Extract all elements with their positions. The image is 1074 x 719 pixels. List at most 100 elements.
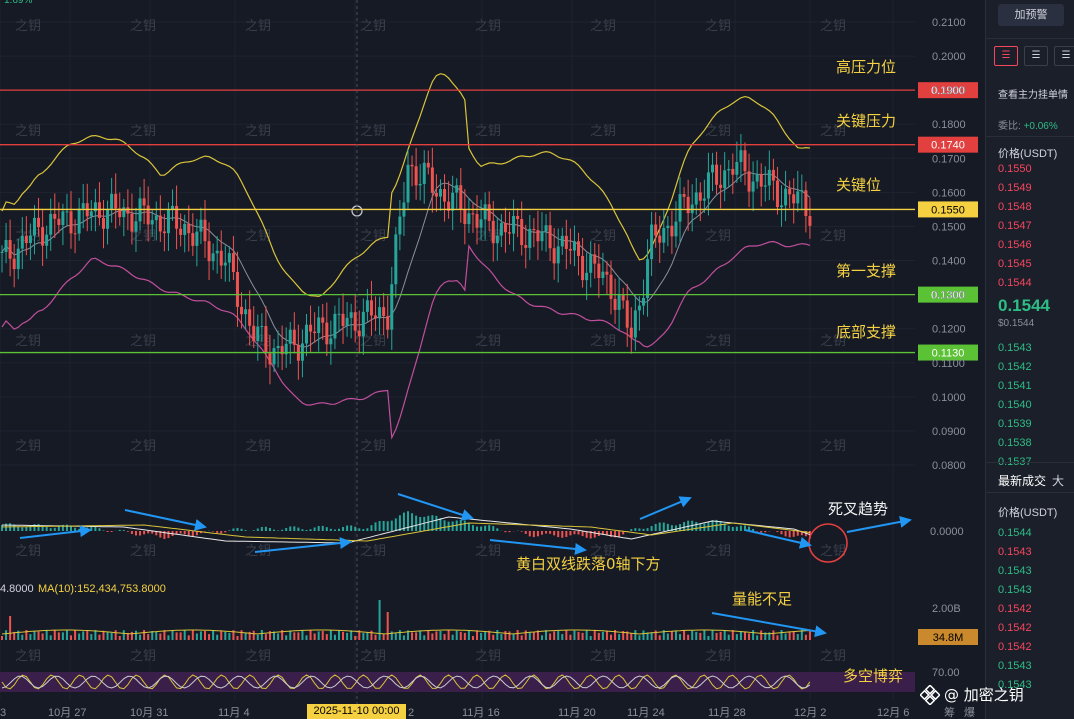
volume-bar [411, 632, 414, 640]
volume-bar [398, 630, 401, 640]
macd-hist-bar [593, 531, 596, 538]
macd-hist-bar [695, 521, 698, 531]
orderbook-bids-view-icon[interactable]: ☰ [1024, 46, 1048, 66]
price-tick: 0.0900 [932, 426, 966, 438]
candle-body [528, 228, 532, 248]
add-alert-button[interactable]: 加预警 [998, 4, 1064, 26]
volume-bar [293, 632, 296, 640]
trade-price: 0.1542 [998, 603, 1032, 615]
macd-hist-bar [764, 531, 767, 533]
volume-bar [784, 633, 787, 640]
candle-body [414, 166, 418, 186]
candle-body [53, 213, 57, 219]
ask-price[interactable]: 0.1547 [998, 220, 1032, 232]
volume-bar [484, 631, 487, 640]
volume-bar [581, 632, 584, 640]
candle-body [796, 191, 800, 204]
price-chart[interactable]: 之钥 之钥 之钥 之钥 之钥 之钥 之钥 之钥之钥 之钥 之钥 之钥 之钥 之钥 之钥 之钥之钥 之钥 之钥 之钥… [0, 0, 985, 719]
volume-bar [256, 634, 259, 640]
candle-body [12, 258, 16, 270]
time-tick: 10月 31 [130, 707, 169, 719]
macd-hist-bar [74, 527, 77, 531]
crosshair-time-label: 2025-11-10 00:00 [307, 704, 406, 719]
time-tick: 10月 27 [48, 707, 87, 719]
tab-large-trades[interactable]: 大 [1052, 472, 1064, 489]
macd-hist-bar [646, 528, 649, 531]
orderbook-both-view-icon[interactable]: ☰ [994, 46, 1018, 66]
candle-body [516, 215, 520, 220]
ask-price[interactable]: 0.1548 [998, 201, 1032, 213]
ask-price[interactable]: 0.1550 [998, 163, 1032, 175]
macd-hist-bar [390, 520, 393, 531]
candle-body [158, 215, 162, 232]
candle-body [365, 300, 369, 312]
bid-price[interactable]: 0.1540 [998, 399, 1032, 411]
bid-price[interactable]: 0.1542 [998, 361, 1032, 373]
candle-body [532, 228, 536, 231]
last-price-usd: $0.1544 [998, 318, 1035, 329]
candle-body [57, 218, 61, 225]
macd-hist-bar [317, 526, 320, 531]
volume-bar [415, 632, 418, 640]
candle-body [154, 215, 158, 221]
candle-body [617, 295, 621, 310]
candle-body [37, 217, 41, 228]
bid-price[interactable]: 0.1538 [998, 437, 1032, 449]
volume-bar [707, 635, 710, 640]
orderbook-asks-view-icon[interactable]: ☰ [1054, 46, 1074, 66]
macd-hist-bar [557, 531, 560, 538]
volume-bar [212, 630, 215, 640]
volume-bar [516, 630, 519, 640]
bid-price[interactable]: 0.1541 [998, 380, 1032, 392]
ask-price[interactable]: 0.1544 [998, 277, 1032, 289]
candle-body [244, 309, 248, 315]
volume-bar [691, 630, 694, 640]
bid-price[interactable]: 0.1539 [998, 418, 1032, 430]
ask-price[interactable]: 0.1546 [998, 239, 1032, 251]
volume-bar [569, 634, 572, 640]
volume-bar [654, 630, 657, 640]
volume-bar [455, 630, 458, 640]
volume-bar [752, 630, 755, 640]
volume-bar [743, 631, 746, 640]
volume-bar [350, 630, 353, 640]
tab-latest-trades[interactable]: 最新成交 [998, 472, 1046, 489]
candle-body [495, 235, 499, 244]
view-main-orders-link[interactable]: 查看主力挂单情 [998, 86, 1068, 101]
ask-price[interactable]: 0.1545 [998, 258, 1032, 270]
candle-body [110, 193, 114, 209]
level-price-text: 0.1740 [931, 140, 965, 152]
price-tick: 0.1200 [932, 324, 966, 336]
ask-price[interactable]: 0.1549 [998, 182, 1032, 194]
candle-body [187, 223, 191, 234]
volume-bar [776, 635, 779, 640]
trade-price: 0.1543 [998, 565, 1032, 577]
volume-bar [804, 634, 807, 640]
macd-hist-bar [411, 513, 414, 531]
watermark-text: 之钥 [705, 124, 731, 139]
volume-bar [5, 630, 8, 640]
macd-hist-bar [630, 529, 633, 531]
candle-body [288, 329, 292, 344]
binance-logo-icon [920, 684, 940, 705]
volume-bar [674, 631, 677, 640]
macd-hist-bar [236, 527, 239, 531]
macd-hist-bar [666, 523, 669, 531]
volume-bar [301, 630, 304, 640]
volume-bar [366, 631, 369, 640]
macd-hist-bar [309, 529, 312, 531]
volume-bar [1, 636, 3, 640]
osc-tick: 70.00 [932, 667, 960, 679]
candle-body [536, 230, 540, 242]
macd-hist-bar [220, 531, 223, 534]
volume-bar [808, 630, 811, 640]
candle-body [702, 198, 706, 201]
macd-hist-bar [268, 528, 271, 531]
macd-hist-bar [788, 531, 791, 538]
candle-body [276, 345, 280, 349]
candle-body [540, 231, 544, 242]
osc-note: 多空博弈 [843, 667, 903, 685]
bid-price[interactable]: 0.1543 [998, 342, 1032, 354]
macd-hist-bar [638, 528, 641, 531]
volume-bar [216, 634, 219, 640]
